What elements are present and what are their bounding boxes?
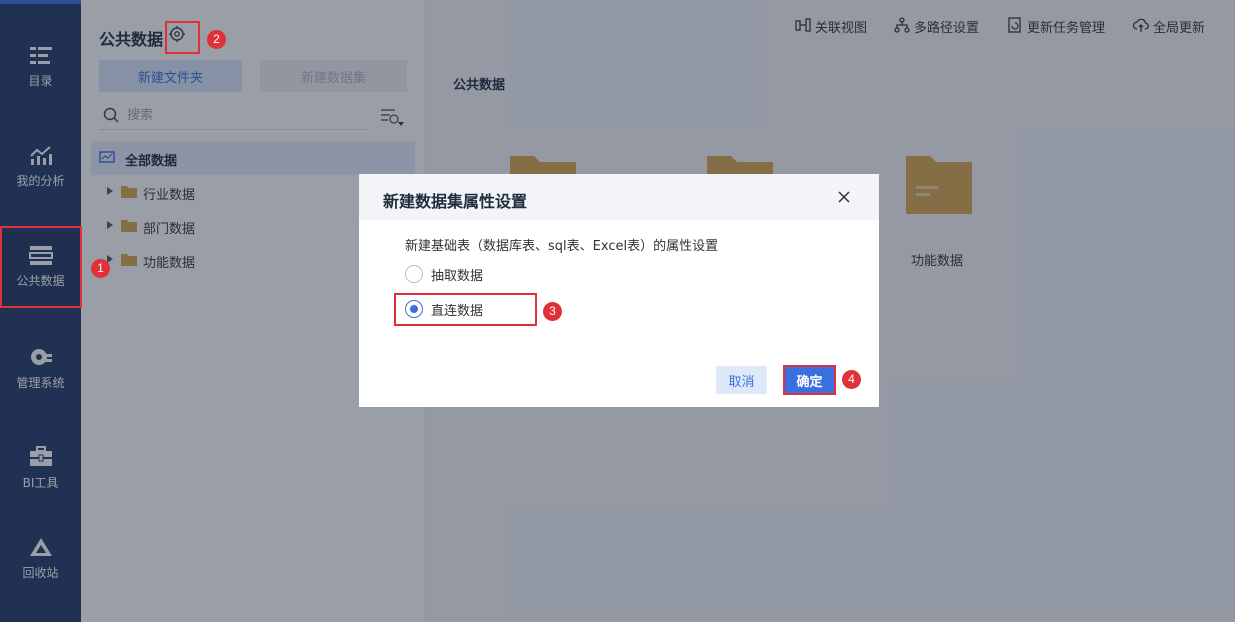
- highlight-box: [0, 226, 82, 308]
- step-badge: 1: [91, 259, 110, 278]
- close-icon[interactable]: [837, 190, 851, 204]
- dialog-header: 新建数据集属性设置: [359, 174, 879, 220]
- confirm-button[interactable]: 确定: [783, 365, 836, 395]
- dialog-title: 新建数据集属性设置: [383, 192, 528, 211]
- radio-extract-data[interactable]: 抽取数据: [405, 264, 605, 284]
- step-badge: 2: [207, 30, 226, 49]
- radio-label: 抽取数据: [431, 269, 484, 284]
- cancel-button[interactable]: 取消: [716, 366, 767, 394]
- dataset-property-dialog: 新建数据集属性设置 新建基础表（数据库表、sql表、Excel表）的属性设置 抽…: [359, 174, 879, 407]
- highlight-box: [394, 293, 537, 326]
- highlight-box: [165, 21, 200, 54]
- dialog-description: 新建基础表（数据库表、sql表、Excel表）的属性设置: [405, 239, 719, 254]
- step-badge: 3: [543, 302, 562, 321]
- radio-button[interactable]: [405, 265, 423, 283]
- step-badge: 4: [842, 370, 861, 389]
